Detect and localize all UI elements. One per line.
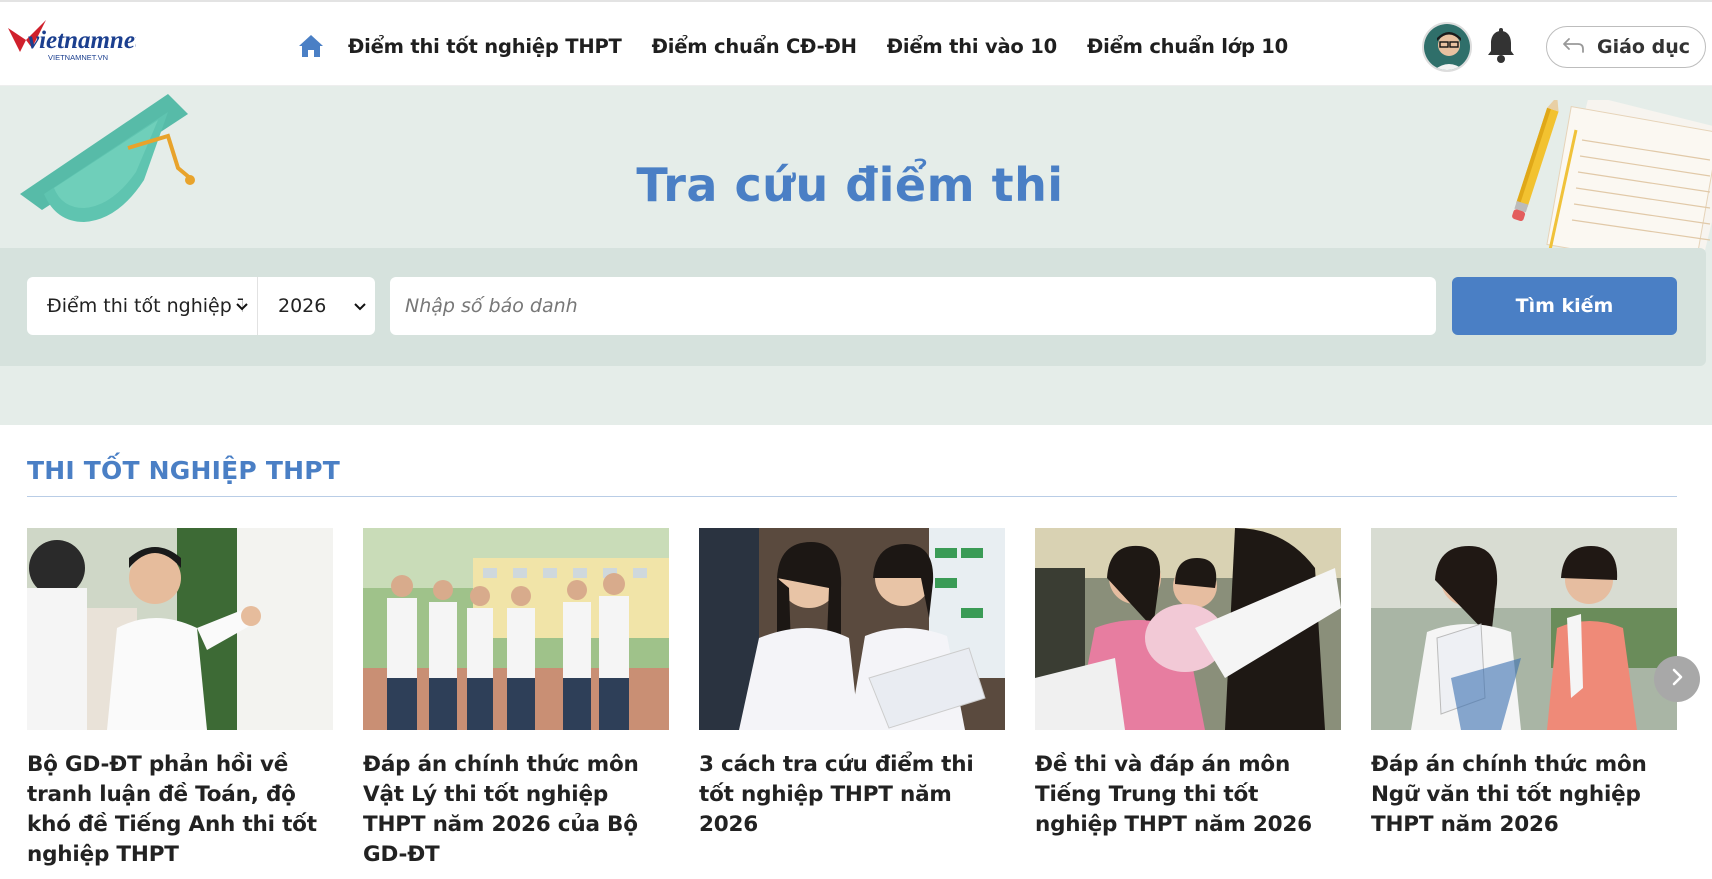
article-card[interactable]: 3 cách tra cứu điểm thi tốt nghiệp THPT …: [699, 528, 1005, 840]
bell-icon[interactable]: [1486, 28, 1516, 64]
section-divider: [27, 496, 1677, 497]
article-thumbnail[interactable]: [699, 528, 1005, 730]
search-bar: Điểm thi tốt nghiệp THPT 2026 Tìm kiếm: [0, 248, 1706, 366]
site-header: vietnamnet VIETNAMNET.VN Điểm thi tốt ng…: [0, 0, 1712, 86]
main-nav: Điểm thi tốt nghiệp THPT Điểm chuẩn CĐ-Đ…: [296, 28, 1318, 64]
vietnamnet-logo-mark: vietnamnet VIETNAMNET.VN: [8, 20, 143, 62]
article-title[interactable]: Đề thi và đáp án môn Tiếng Trung thi tốt…: [1035, 750, 1341, 840]
candidate-number-input[interactable]: [390, 277, 1436, 335]
nav-item-diem-thi-tot-nghiep[interactable]: Điểm thi tốt nghiệp THPT: [348, 35, 622, 58]
search-button[interactable]: Tìm kiếm: [1452, 277, 1677, 335]
giao-duc-section-button[interactable]: Giáo dục: [1546, 26, 1706, 68]
article-card[interactable]: Đáp án chính thức môn Ngữ văn thi tốt ng…: [1371, 528, 1677, 840]
nav-item-diem-thi-vao-10[interactable]: Điểm thi vào 10: [887, 35, 1057, 58]
article-thumbnail[interactable]: [27, 528, 333, 730]
user-avatar[interactable]: [1422, 22, 1472, 72]
article-thumbnail[interactable]: [1035, 528, 1341, 730]
article-thumbnail[interactable]: [1371, 528, 1677, 730]
article-card[interactable]: Bộ GD-ĐT phản hồi về tranh luận đề Toán,…: [27, 528, 333, 870]
article-thumbnail[interactable]: [363, 528, 669, 730]
year-value: 2026: [278, 295, 327, 317]
chevron-down-icon: [353, 299, 367, 313]
vietnamnet-logo[interactable]: vietnamnet VIETNAMNET.VN: [6, 18, 143, 68]
score-lookup-hero: Tra cứu điểm thi Điểm thi tốt nghiệp THP…: [0, 86, 1712, 425]
carousel-next-button[interactable]: [1654, 656, 1700, 702]
exam-type-select[interactable]: Điểm thi tốt nghiệp THPT: [27, 277, 258, 335]
page-title: Tra cứu điểm thi: [636, 158, 1064, 212]
article-title[interactable]: Đáp án chính thức môn Ngữ văn thi tốt ng…: [1371, 750, 1677, 840]
exam-type-value: Điểm thi tốt nghiệp THPT: [47, 295, 243, 317]
chevron-right-icon: [1667, 667, 1687, 691]
logo-subtext: VIETNAMNET.VN: [48, 53, 108, 62]
article-card[interactable]: Đáp án chính thức môn Vật Lý thi tốt ngh…: [363, 528, 669, 870]
article-title[interactable]: 3 cách tra cứu điểm thi tốt nghiệp THPT …: [699, 750, 1005, 840]
year-select[interactable]: 2026: [258, 277, 375, 335]
article-carousel: Bộ GD-ĐT phản hồi về tranh luận đề Toán,…: [27, 528, 1677, 879]
home-icon[interactable]: [296, 31, 326, 61]
back-arrow-icon: [1561, 36, 1585, 58]
chevron-down-icon: [235, 299, 249, 313]
section-title[interactable]: THI TỐT NGHIỆP THPT: [27, 456, 340, 485]
article-card[interactable]: Đề thi và đáp án môn Tiếng Trung thi tốt…: [1035, 528, 1341, 840]
logo-wordmark: vietnamnet: [28, 27, 136, 54]
nav-item-diem-chuan-lop-10[interactable]: Điểm chuẩn lớp 10: [1087, 35, 1288, 58]
search-selects: Điểm thi tốt nghiệp THPT 2026: [27, 277, 375, 335]
article-title[interactable]: Đáp án chính thức môn Vật Lý thi tốt ngh…: [363, 750, 669, 870]
article-title[interactable]: Bộ GD-ĐT phản hồi về tranh luận đề Toán,…: [27, 750, 333, 870]
giao-duc-label: Giáo dục: [1597, 36, 1690, 58]
nav-item-diem-chuan-cd-dh[interactable]: Điểm chuẩn CĐ-ĐH: [652, 35, 857, 58]
